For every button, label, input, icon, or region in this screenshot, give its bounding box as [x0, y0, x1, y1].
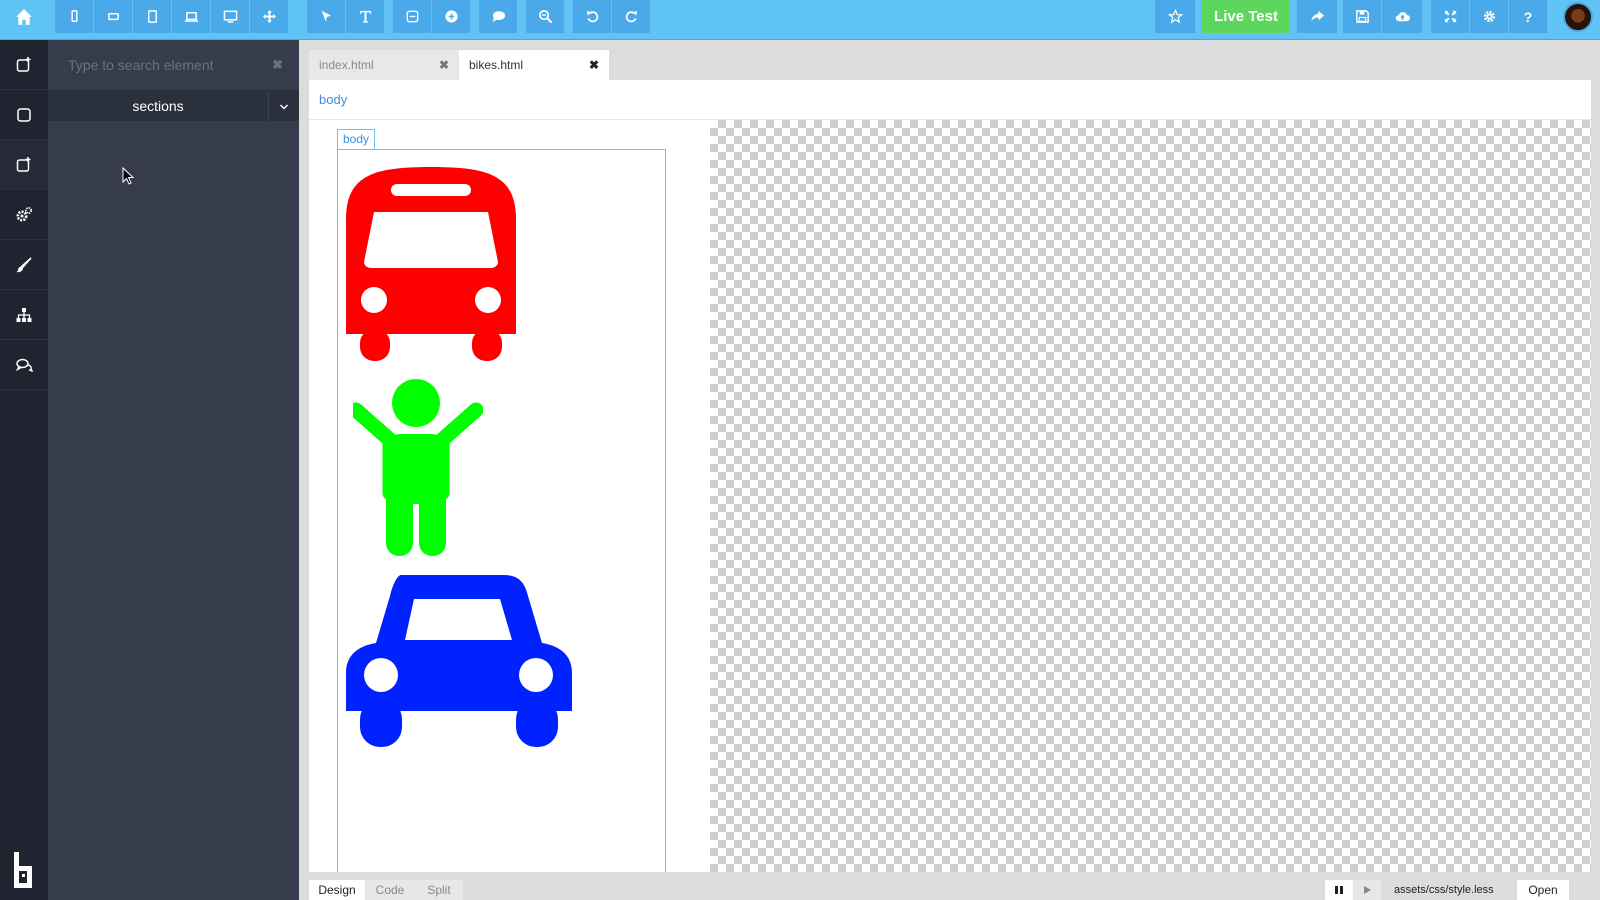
settings-icon	[1483, 10, 1495, 23]
search-input[interactable]	[68, 57, 268, 73]
redo-button[interactable]	[612, 0, 650, 33]
undo-button[interactable]	[573, 0, 611, 33]
publish-button[interactable]	[1382, 0, 1422, 33]
rail-comments[interactable]	[0, 340, 48, 390]
tab-label: index.html	[319, 58, 374, 72]
play-icon	[1364, 886, 1371, 894]
design-mode-button[interactable]: Design	[309, 880, 365, 900]
chevron-down-icon	[280, 104, 288, 109]
save-button[interactable]	[1343, 0, 1381, 33]
favorite-button[interactable]	[1155, 0, 1195, 33]
add-page-icon	[16, 56, 31, 72]
undo-icon	[586, 10, 598, 23]
select-button[interactable]	[307, 0, 345, 33]
add-icon	[444, 10, 458, 23]
help-button[interactable]: ?	[1509, 0, 1547, 33]
mobile-landscape-icon	[107, 12, 119, 21]
laptop-button[interactable]	[172, 0, 210, 33]
insert-icon	[406, 10, 418, 23]
settings-button[interactable]	[1470, 0, 1508, 33]
editor-main: index.html ✖ bikes.html ✖ body body	[299, 40, 1600, 900]
home-icon	[16, 8, 32, 25]
brush-icon	[16, 256, 32, 272]
open-button[interactable]: Open	[1517, 880, 1569, 900]
body-element-tag[interactable]: body	[337, 129, 376, 149]
tablet-icon	[147, 10, 157, 23]
mouse-cursor-icon	[122, 167, 134, 185]
breadcrumb-item-body[interactable]: body	[319, 92, 347, 107]
home-button[interactable]	[0, 0, 48, 33]
comment-icon	[491, 11, 505, 23]
element-search: ✖	[48, 40, 299, 90]
tablet-button[interactable]	[133, 0, 171, 33]
share-icon	[1310, 10, 1324, 22]
close-icon[interactable]: ✖	[439, 58, 449, 72]
top-toolbar: Live Test ?	[0, 0, 1600, 40]
text-button[interactable]	[346, 0, 384, 33]
left-icon-rail	[0, 40, 48, 900]
mobile-portrait-button[interactable]	[55, 0, 93, 33]
text-icon	[359, 10, 371, 23]
star-icon	[1167, 9, 1183, 24]
square-icon	[17, 107, 31, 122]
help-icon: ?	[1523, 8, 1533, 25]
fullscreen-button[interactable]	[1431, 0, 1469, 33]
child-icon[interactable]	[353, 378, 483, 558]
rail-sections[interactable]	[0, 140, 48, 190]
fluid-icon	[262, 9, 276, 24]
zoom-icon	[538, 10, 552, 24]
sections-label: sections	[132, 98, 184, 114]
pause-button[interactable]	[1325, 880, 1353, 900]
desktop-icon	[223, 10, 237, 23]
insert-button[interactable]	[393, 0, 431, 33]
fullscreen-icon	[1444, 10, 1456, 23]
rail-settings[interactable]	[0, 190, 48, 240]
sections-toggle-button[interactable]	[268, 91, 299, 122]
save-icon	[1355, 10, 1369, 23]
mobile-portrait-icon	[70, 10, 78, 22]
fluid-button[interactable]	[250, 0, 288, 33]
file-tabs: index.html ✖ bikes.html ✖	[309, 50, 609, 80]
canvas-transparent-area	[710, 120, 1591, 872]
add-element-icon	[16, 156, 31, 172]
tab-label: bikes.html	[469, 58, 524, 72]
laptop-icon	[184, 12, 198, 22]
tab-bikes-html[interactable]: bikes.html ✖	[459, 50, 609, 80]
mobile-landscape-button[interactable]	[94, 0, 132, 33]
gears-icon	[16, 206, 32, 221]
cloud-upload-icon	[1395, 12, 1410, 22]
sitemap-icon	[16, 307, 32, 322]
close-icon[interactable]: ✖	[589, 58, 599, 72]
close-icon[interactable]: ✖	[272, 57, 283, 73]
side-panel: ✖ sections	[48, 40, 299, 900]
play-button[interactable]	[1353, 880, 1381, 900]
bottom-bar: Design Code Split assets/css/style.less …	[299, 872, 1600, 900]
sections-dropdown[interactable]: sections	[48, 90, 299, 122]
rail-styles[interactable]	[0, 240, 48, 290]
tab-index-html[interactable]: index.html ✖	[309, 50, 459, 80]
add-button[interactable]	[432, 0, 470, 33]
breadcrumb: body	[309, 80, 1591, 120]
bus-icon[interactable]	[346, 164, 516, 364]
comments-icon	[15, 358, 33, 372]
share-button[interactable]	[1297, 0, 1337, 33]
rail-elements[interactable]	[0, 90, 48, 140]
desktop-button[interactable]	[211, 0, 249, 33]
comment-button[interactable]	[479, 0, 517, 33]
code-mode-button[interactable]: Code	[365, 880, 415, 900]
stylesheet-path: assets/css/style.less	[1394, 884, 1494, 896]
rail-structure[interactable]	[0, 290, 48, 340]
pause-icon	[1335, 886, 1343, 894]
live-test-button[interactable]: Live Test	[1202, 0, 1290, 33]
rail-add-page[interactable]	[0, 40, 48, 90]
car-icon[interactable]	[346, 571, 572, 751]
app-logo	[14, 852, 32, 888]
select-icon	[321, 10, 331, 22]
zoom-button[interactable]	[526, 0, 564, 33]
split-mode-button[interactable]: Split	[415, 880, 463, 900]
redo-icon	[625, 10, 637, 23]
avatar[interactable]	[1563, 2, 1593, 32]
